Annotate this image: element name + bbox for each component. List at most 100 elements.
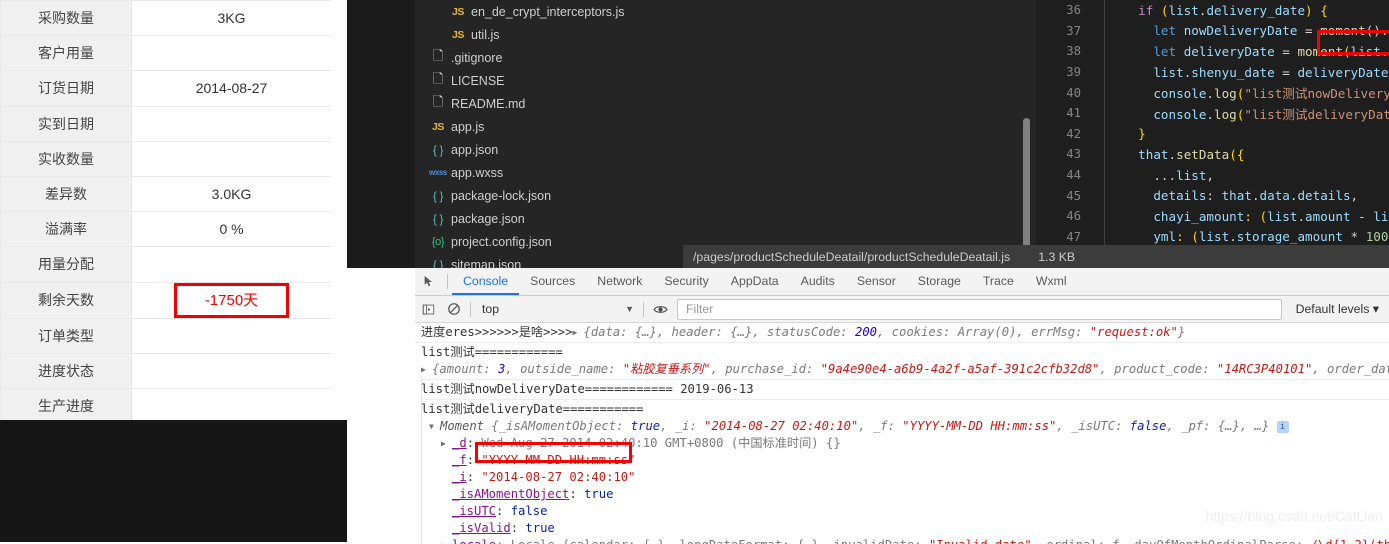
property-value: false (511, 504, 548, 518)
object-preview: , _isUTC: (1056, 419, 1129, 433)
table-row: 差异数3.0KG (1, 176, 332, 211)
tab-sources[interactable]: Sources (519, 268, 586, 295)
file-explorer[interactable]: JSen_de_crypt_interceptors.jsJSutil.js🗋.… (415, 0, 1036, 268)
file-tree-item-label: en_de_crypt_interceptors.js (471, 5, 625, 19)
detail-value-cell: -1750天 (132, 282, 332, 318)
code-line-text: console.log("list测试nowDeliveryDate======… (1123, 83, 1389, 102)
detail-label-cell: 进度状态 (1, 353, 132, 388)
tab-appdata[interactable]: AppData (720, 268, 790, 295)
tab-wxml[interactable]: Wxml (1025, 268, 1078, 295)
tab-storage[interactable]: Storage (907, 268, 972, 295)
live-expression-eye-icon[interactable] (647, 296, 673, 322)
object-property-row[interactable]: _f: "YYYY-MM-DD HH:mm:ss" (421, 452, 1389, 469)
js-file-icon: JS (445, 29, 471, 41)
indent-guide (1104, 82, 1123, 103)
screenshot-root: 采购数量3KG客户用量订货日期2014-08-27实到日期实收数量差异数3.0K… (0, 0, 1389, 542)
code-line-text: list.shenyu_date = deliveryDate.diff(now… (1123, 65, 1389, 80)
plain-file-icon: 🗋 (425, 47, 451, 69)
console-message: 进度eres>>>>>>是啥>>>>▶{data: {…}, header: {… (415, 323, 1389, 343)
table-row: 溢满率0 % (1, 212, 332, 247)
file-tree-scrollbar[interactable] (1023, 118, 1030, 248)
code-line-number: 38 (1036, 44, 1092, 58)
console-filter-input[interactable]: Filter (677, 299, 1282, 320)
console-sidebar-icon[interactable] (415, 296, 441, 322)
detail-label-cell: 采购数量 (1, 1, 132, 36)
table-row: 生产进度 (1, 388, 332, 423)
detail-label-cell: 实到日期 (1, 106, 132, 141)
detail-value-cell (132, 247, 332, 282)
file-tree-item[interactable]: { }app.json (415, 138, 1036, 161)
outside-name-value: "粘胶复垂系列" (623, 362, 711, 376)
file-tree-item[interactable]: 🗋README.md (415, 92, 1036, 115)
property-value: true (584, 487, 613, 501)
file-tree-item[interactable]: wxssapp.wxss (415, 161, 1036, 184)
tab-security[interactable]: Security (653, 268, 719, 295)
tab-network[interactable]: Network (586, 268, 653, 295)
object-preview-row[interactable]: ▶{amount: 3, outside_name: "粘胶复垂系列", pur… (421, 361, 1389, 378)
remaining-days-highlight: -1750天 (174, 283, 289, 318)
editor-path-bar: /pages/productScheduleDeatail/productSch… (683, 245, 1389, 268)
toolbar-separator-2 (643, 302, 644, 317)
property-value: Wed Aug 27 2014 02:40:10 GMT+0800 (中国标准时… (481, 436, 840, 450)
table-row: 客户用量 (1, 36, 332, 71)
object-preview: , _pf: {…}, …} (1166, 419, 1269, 433)
collapse-triangle-icon: ▼ (429, 418, 440, 435)
devtools-tabbar: ConsoleSourcesNetworkSecurityAppDataAudi… (415, 268, 1389, 296)
table-row: 实到日期 (1, 106, 332, 141)
property-value: "YYYY-MM-DD HH:mm:ss" (481, 453, 635, 467)
json-file-icon: { } (425, 189, 451, 203)
indent-guide (1104, 0, 1123, 21)
order-detail-table: 采购数量3KG客户用量订货日期2014-08-27实到日期实收数量差异数3.0K… (0, 0, 332, 424)
object-property-row[interactable]: ▶locale: Locale {calendar: {…}, longDate… (421, 537, 1389, 544)
console-log-label: list测试deliveryDate=========== (421, 401, 1389, 418)
detail-value-cell: 3KG (132, 1, 332, 36)
detail-label-cell: 订货日期 (1, 71, 132, 106)
code-line-text: let nowDeliveryDate = moment().format("Y… (1123, 23, 1389, 38)
plain-file-icon: 🗋 (425, 70, 451, 92)
property-key: _f (452, 453, 467, 467)
file-tree-item[interactable]: { }package-lock.json (415, 184, 1036, 207)
code-editor[interactable]: 36 if (list.delivery_date) {37 let nowDe… (1036, 0, 1389, 268)
console-message: list测试============▶{amount: 3, outside_n… (415, 343, 1389, 380)
file-tree-item[interactable]: JSapp.js (415, 115, 1036, 138)
code-line-number: 37 (1036, 24, 1092, 38)
object-property-row[interactable]: _isAMomentObject: true (421, 486, 1389, 503)
clear-console-icon[interactable] (441, 296, 467, 322)
err-msg: "request:ok" (1090, 325, 1178, 339)
object-preview: , _i: (660, 419, 704, 433)
file-tree-item[interactable]: { }package.json (415, 207, 1036, 230)
editor-file-size: 1.3 KB (1010, 250, 1075, 264)
file-tree-item[interactable]: JSen_de_crypt_interceptors.js (415, 0, 1036, 23)
object-property-row[interactable]: ▶_d: Wed Aug 27 2014 02:40:10 GMT+0800 (… (421, 435, 1389, 452)
inspect-element-icon[interactable] (415, 268, 443, 295)
property-key: _i (452, 470, 467, 484)
log-levels-select[interactable]: Default levels ▾ (1286, 302, 1389, 316)
ide-panel: JSen_de_crypt_interceptors.jsJSutil.js🗋.… (347, 0, 1389, 268)
object-property-row[interactable]: _i: "2014-08-27 02:40:10" (421, 469, 1389, 486)
detail-value-cell (132, 36, 332, 71)
execution-context-select[interactable]: top ▼ (474, 299, 640, 319)
object-preview: , purchase_id: (711, 362, 821, 376)
bool-value: false (1130, 419, 1167, 433)
file-tree-item-label: app.wxss (451, 166, 503, 180)
file-tree-item[interactable]: JSutil.js (415, 23, 1036, 46)
detail-label-cell: 用量分配 (1, 247, 132, 282)
code-line-number: 41 (1036, 106, 1092, 120)
expand-triangle-icon: ▶ (441, 537, 452, 544)
tab-sensor[interactable]: Sensor (846, 268, 907, 295)
moment-object-header[interactable]: ▼Moment {_isAMomentObject: true, _i: "20… (421, 418, 1389, 435)
wxss-file-icon: wxss (425, 168, 451, 177)
product-code-value: "14RC3P40101" (1217, 362, 1312, 376)
tab-trace[interactable]: Trace (972, 268, 1025, 295)
execution-context-value: top (482, 302, 625, 316)
console-log-label: 进度eres>>>>>>是啥>>>> (421, 325, 572, 339)
object-preview: {amount: (432, 362, 498, 376)
code-line-text: ...list, (1123, 168, 1214, 183)
tab-console[interactable]: Console (452, 268, 519, 295)
bool-value: true (631, 419, 660, 433)
tab-audits[interactable]: Audits (790, 268, 846, 295)
file-tree-item[interactable]: 🗋LICENSE (415, 69, 1036, 92)
detail-label-cell: 差异数 (1, 176, 132, 211)
json-file-icon: { } (425, 212, 451, 226)
file-tree-item[interactable]: 🗋.gitignore (415, 46, 1036, 69)
